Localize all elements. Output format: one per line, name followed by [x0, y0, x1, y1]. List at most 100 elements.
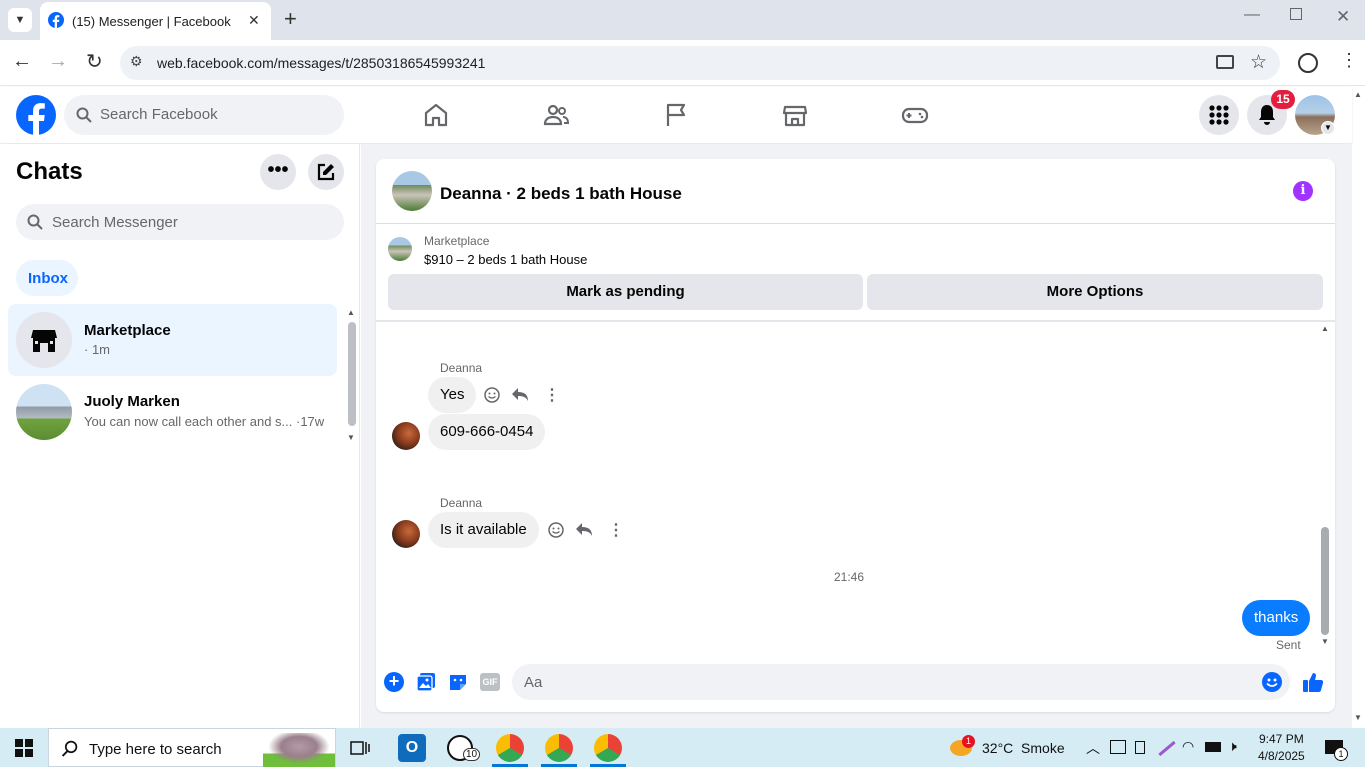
clock-date[interactable]: 4/8/2025	[1258, 749, 1305, 763]
tray-chevron-icon[interactable]: ︿	[1086, 738, 1100, 758]
browser-tab-bar: ▼ (15) Messenger | Facebook ✕ + — ✕	[0, 0, 1365, 40]
page-scroll-up-icon[interactable]: ▲	[1354, 90, 1362, 99]
message-input-placeholder: Aa	[524, 674, 543, 691]
listing-thumbnail[interactable]	[388, 237, 412, 261]
sidebar-scrollbar[interactable]	[348, 322, 356, 426]
chats-sidebar: Chats ••• Search Messenger Inbox Marketp…	[0, 144, 360, 728]
address-bar[interactable]: ⚙ web.facebook.com/messages/t/2850318654…	[120, 46, 1280, 80]
mark-pending-button[interactable]: Mark as pending	[388, 274, 863, 310]
notification-center-badge: 1	[1334, 747, 1348, 761]
site-info-icon[interactable]: ⚙	[130, 53, 143, 70]
listing-divider	[376, 320, 1335, 322]
inbox-filter-tab[interactable]: Inbox	[16, 260, 78, 296]
chat-preview: You can now call each other and s... ·17…	[84, 414, 325, 429]
chrome-profile-2-icon[interactable]	[545, 734, 573, 762]
messages-scroll-up-icon[interactable]: ▲	[1321, 324, 1329, 333]
messages-scrollbar[interactable]	[1321, 527, 1329, 635]
react-emoji-icon[interactable]	[548, 522, 564, 538]
like-thumb-icon[interactable]	[1302, 671, 1324, 693]
chat-item-juoly-marken[interactable]: Juoly Marken You can now call each other…	[8, 376, 337, 448]
message-bubble[interactable]: 609-666-0454	[428, 414, 546, 450]
new-message-button[interactable]	[308, 154, 344, 190]
chrome-profile-3-icon[interactable]	[594, 734, 622, 762]
info-icon: i	[1300, 183, 1306, 198]
conversation-avatar[interactable]	[392, 171, 432, 211]
deanna-avatar[interactable]	[392, 422, 420, 450]
bookmark-star-icon[interactable]: ☆	[1250, 51, 1267, 74]
meet-now-icon[interactable]	[1135, 741, 1145, 754]
chat-item-marketplace[interactable]: Marketplace · 1m	[8, 304, 337, 376]
chrome-app-icon[interactable]	[496, 734, 524, 762]
message-bubble[interactable]: Is it available	[428, 512, 539, 548]
home-icon[interactable]	[422, 101, 450, 129]
message-more-icon[interactable]: ⋮	[544, 385, 560, 405]
profile-icon[interactable]	[1298, 53, 1318, 73]
weather-text[interactable]: 32°C Smoke	[982, 740, 1065, 756]
browser-menu-icon[interactable]: ⋮	[1340, 50, 1358, 71]
more-actions-button[interactable]: +	[384, 672, 404, 692]
outgoing-message-bubble[interactable]: thanks	[1242, 600, 1311, 636]
reply-icon[interactable]	[575, 522, 593, 538]
battery-icon[interactable]	[1205, 742, 1221, 752]
account-chevron-icon[interactable]: ▼	[1321, 121, 1335, 135]
search-highlight-image	[263, 733, 335, 767]
restore-icon[interactable]	[1290, 8, 1302, 20]
search-placeholder: Search Facebook	[100, 106, 218, 123]
reload-icon[interactable]: ↻	[86, 49, 103, 74]
new-tab-button[interactable]: +	[284, 6, 297, 32]
react-emoji-icon[interactable]	[484, 387, 500, 403]
facebook-logo-icon[interactable]	[16, 95, 56, 135]
windows-start-icon[interactable]	[15, 739, 33, 757]
tab-close-icon[interactable]: ✕	[248, 12, 260, 29]
back-icon[interactable]: ←	[12, 50, 32, 73]
pages-flag-icon[interactable]	[662, 101, 690, 129]
menu-grid-icon	[1209, 105, 1229, 125]
friends-icon[interactable]	[542, 101, 570, 129]
close-window-icon[interactable]: ✕	[1336, 7, 1350, 27]
messenger-search[interactable]: Search Messenger	[16, 204, 344, 240]
marketplace-icon[interactable]	[781, 101, 809, 129]
reply-icon[interactable]	[511, 387, 529, 403]
active-tab[interactable]: (15) Messenger | Facebook ✕	[40, 2, 271, 40]
deanna-avatar[interactable]	[392, 520, 420, 548]
tray-app-icon[interactable]	[1110, 740, 1126, 754]
message-bubble[interactable]: Yes	[428, 377, 477, 413]
task-view-icon[interactable]	[350, 739, 370, 757]
juoly-avatar	[16, 384, 72, 440]
clock-time[interactable]: 9:47 PM	[1259, 732, 1304, 746]
sticker-icon[interactable]	[448, 672, 468, 692]
browser-toolbar: ← → ↻ ⚙ web.facebook.com/messages/t/2850…	[0, 40, 1365, 86]
emoji-icon[interactable]	[1262, 672, 1282, 692]
page-scroll-down-icon[interactable]: ▼	[1354, 713, 1362, 722]
notification-badge: 15	[1271, 90, 1295, 109]
conversation-info-button[interactable]: i	[1293, 181, 1313, 201]
messages-scroll-down-icon[interactable]: ▼	[1321, 637, 1329, 646]
listing-title[interactable]: $910 – 2 beds 1 bath House	[424, 252, 587, 267]
sidebar-scroll-up-icon[interactable]: ▲	[347, 308, 355, 317]
compose-icon	[317, 163, 335, 181]
facebook-search[interactable]: Search Facebook	[64, 95, 344, 135]
chat-options-button[interactable]: •••	[260, 154, 296, 190]
install-app-icon[interactable]	[1216, 55, 1234, 69]
message-more-icon[interactable]: ⋮	[608, 520, 624, 540]
outlook-app-icon[interactable]: O	[398, 734, 426, 762]
conversation-panel: Deanna · 2 beds 1 bath House i Marketpla…	[376, 159, 1335, 712]
volume-muted-icon[interactable]: 🕨	[1228, 738, 1237, 755]
pen-icon[interactable]	[1158, 740, 1176, 757]
minimize-icon[interactable]: —	[1244, 6, 1260, 24]
tab-list-button[interactable]: ▼	[8, 8, 32, 32]
taskbar-search[interactable]: Type here to search	[48, 728, 336, 767]
sender-name: Deanna	[440, 496, 483, 510]
menu-button[interactable]	[1199, 95, 1239, 135]
more-options-button[interactable]: More Options	[867, 274, 1323, 310]
forward-icon[interactable]: →	[48, 50, 68, 73]
gif-button[interactable]: GIF	[480, 673, 500, 691]
inbox-label: Inbox	[28, 270, 68, 287]
sidebar-scroll-down-icon[interactable]: ▼	[347, 433, 355, 442]
wifi-icon[interactable]: ◠	[1182, 738, 1194, 755]
message-input[interactable]: Aa	[512, 664, 1290, 700]
gaming-icon[interactable]	[901, 101, 929, 129]
attach-photo-icon[interactable]	[416, 672, 436, 692]
conversation-title[interactable]: Deanna · 2 beds 1 bath House	[440, 184, 682, 204]
search-icon	[76, 107, 92, 123]
